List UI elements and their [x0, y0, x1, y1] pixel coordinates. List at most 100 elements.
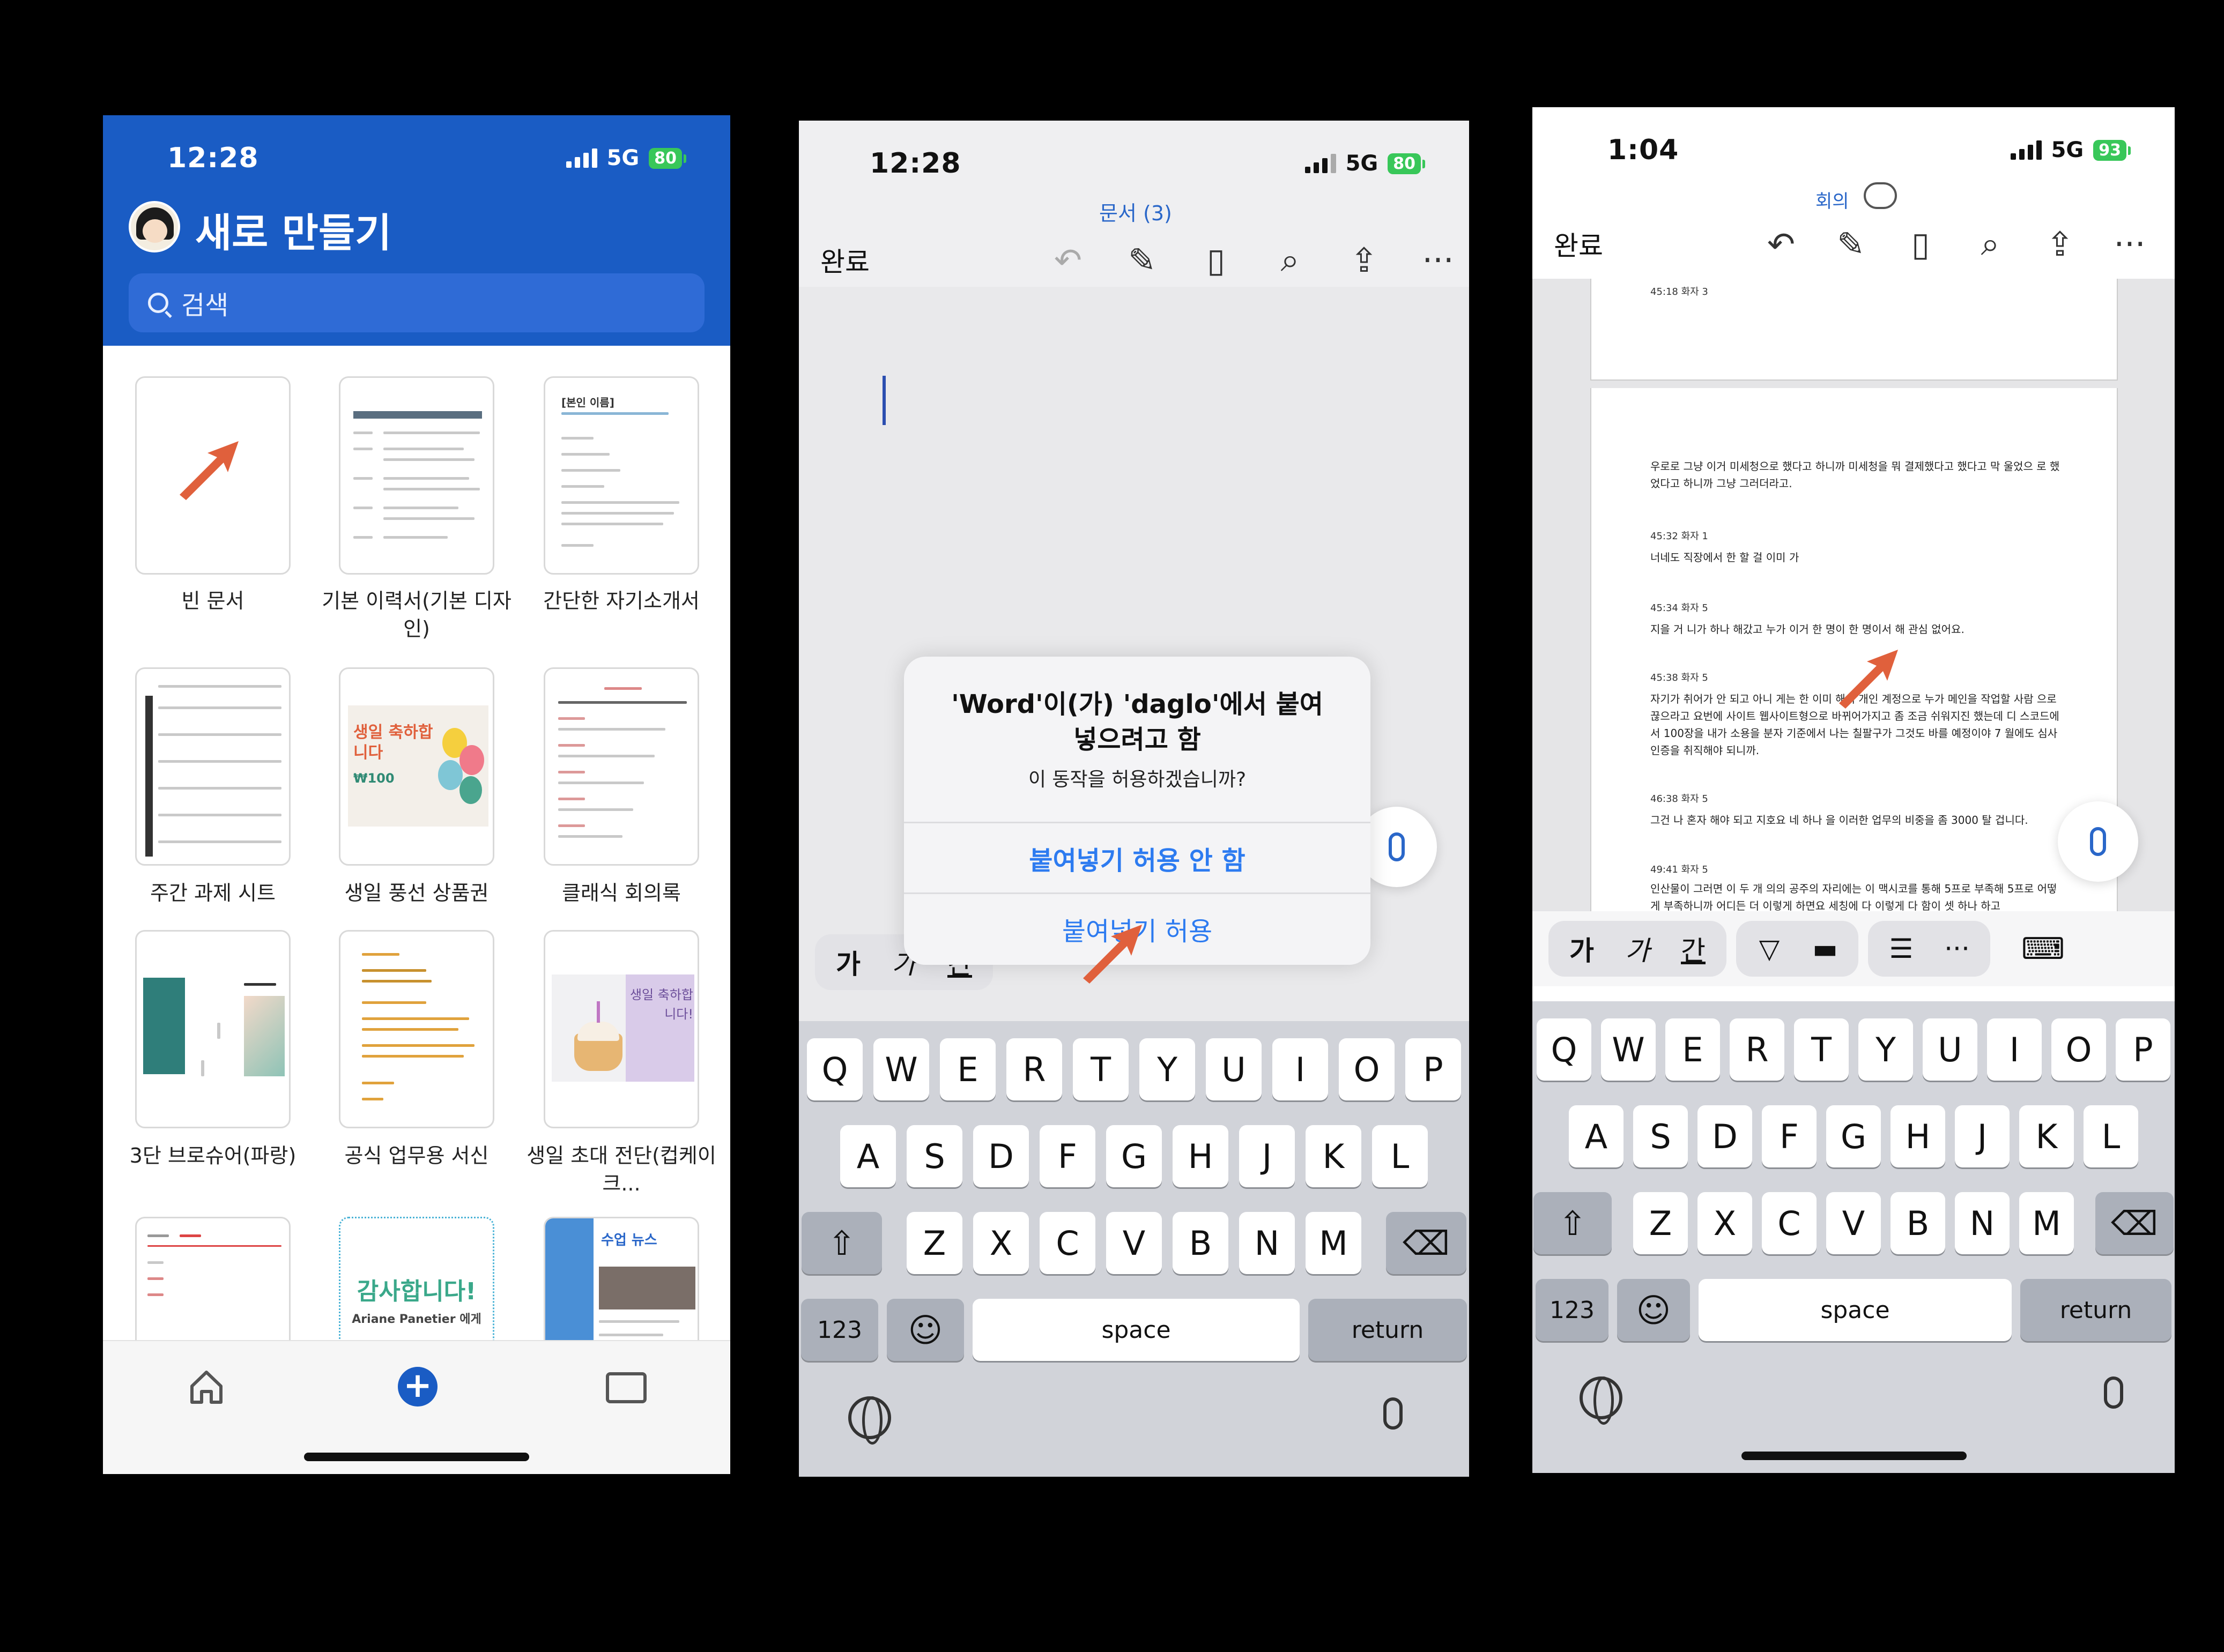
key-r[interactable]: R	[1730, 1018, 1784, 1081]
add-icon[interactable]: +	[398, 1367, 438, 1407]
template-birthday-balloon-voucher[interactable]: 생일 축하합니다 ₩100	[339, 667, 494, 866]
key-f[interactable]: F	[1040, 1125, 1095, 1187]
template-basic-resume[interactable]	[339, 376, 494, 575]
template-cover-letter[interactable]: [본인 이름]	[544, 376, 699, 575]
key-c[interactable]: C	[1040, 1212, 1095, 1274]
key-n[interactable]: N	[1239, 1212, 1295, 1274]
key-x[interactable]: X	[973, 1212, 1029, 1274]
key-f[interactable]: F	[1762, 1105, 1817, 1167]
key-j[interactable]: J	[1239, 1125, 1295, 1187]
underline-button[interactable]: 간	[1672, 929, 1715, 968]
avatar[interactable]	[129, 201, 180, 252]
key-t[interactable]: T	[1073, 1038, 1129, 1100]
status-time: 12:28	[167, 142, 259, 174]
highlighter-icon[interactable]: ▽	[1748, 933, 1791, 964]
space-key[interactable]: space	[973, 1299, 1300, 1361]
key-d[interactable]: D	[973, 1125, 1029, 1187]
key-g[interactable]: G	[1106, 1125, 1162, 1187]
return-key[interactable]: return	[1308, 1299, 1467, 1361]
key-d[interactable]: D	[1697, 1105, 1752, 1167]
key-u[interactable]: U	[1206, 1038, 1262, 1100]
key-r[interactable]: R	[1006, 1038, 1062, 1100]
shift-key[interactable]: ⇧	[802, 1212, 882, 1274]
microphone-icon[interactable]	[1383, 1397, 1403, 1430]
shift-key[interactable]: ⇧	[1533, 1192, 1612, 1254]
key-i[interactable]: I	[1272, 1038, 1328, 1100]
bold-button[interactable]: 가	[1560, 929, 1603, 968]
key-y[interactable]: Y	[1858, 1018, 1913, 1081]
key-e[interactable]: E	[940, 1038, 996, 1100]
bullet-list-icon[interactable]: ☰	[1880, 933, 1923, 964]
key-q[interactable]: Q	[807, 1038, 863, 1100]
key-m[interactable]: M	[1306, 1212, 1361, 1274]
template-trifold-brochure[interactable]	[135, 930, 291, 1128]
key-i[interactable]: I	[1987, 1018, 2042, 1081]
folder-icon[interactable]	[606, 1372, 647, 1403]
dictate-button[interactable]	[2058, 801, 2138, 882]
template-blank-document[interactable]	[135, 376, 291, 575]
home-icon[interactable]	[188, 1368, 225, 1405]
key-l[interactable]: L	[1372, 1125, 1428, 1187]
key-e[interactable]: E	[1665, 1018, 1720, 1081]
key-w[interactable]: W	[1601, 1018, 1656, 1081]
keyboard-dismiss-icon[interactable]: ⌨	[2021, 932, 2065, 966]
template-weekly-assignment[interactable]	[135, 667, 291, 866]
search-icon	[148, 293, 168, 313]
template-label: 생일 초대 전단(컵케이크...	[527, 1144, 716, 1195]
key-k[interactable]: K	[1306, 1125, 1361, 1187]
key-v[interactable]: V	[1826, 1192, 1881, 1254]
key-v[interactable]: V	[1106, 1212, 1162, 1274]
key-t[interactable]: T	[1794, 1018, 1849, 1081]
key-c[interactable]: C	[1762, 1192, 1817, 1254]
template-business-letter[interactable]	[339, 930, 494, 1128]
globe-icon[interactable]	[1580, 1376, 1622, 1425]
key-g[interactable]: G	[1826, 1105, 1881, 1167]
template-birthday-invitation[interactable]: 생일 축하합니다!	[544, 930, 699, 1128]
key-a[interactable]: A	[840, 1125, 896, 1187]
key-j[interactable]: J	[1955, 1105, 2010, 1167]
phone-paste-permission-screen: 12:28 5G 80 문서 (3) 완료 ↶ ✎ ▯ ⌕ ⇪ ··· 가 가 …	[799, 121, 1469, 1477]
header: 12:28 5G 80 새로 만들기 검색	[103, 115, 730, 346]
key-o[interactable]: O	[1339, 1038, 1395, 1100]
battery-badge: 80	[649, 147, 686, 169]
key-s[interactable]: S	[907, 1125, 962, 1187]
key-y[interactable]: Y	[1139, 1038, 1195, 1100]
key-l[interactable]: L	[2084, 1105, 2138, 1167]
microphone-icon[interactable]	[2104, 1376, 2123, 1409]
key-h[interactable]: H	[1173, 1125, 1228, 1187]
key-z[interactable]: Z	[1633, 1192, 1688, 1254]
numbers-key[interactable]: 123	[801, 1299, 878, 1361]
key-h[interactable]: H	[1891, 1105, 1945, 1167]
delete-key[interactable]: ⌫	[2095, 1192, 2174, 1254]
key-a[interactable]: A	[1569, 1105, 1623, 1167]
key-n[interactable]: N	[1955, 1192, 2010, 1254]
italic-button[interactable]: 가	[1616, 929, 1659, 968]
microphone-icon	[2090, 827, 2106, 856]
font-color-icon[interactable]: ▬	[1804, 933, 1847, 964]
globe-icon[interactable]	[848, 1396, 891, 1445]
key-s[interactable]: S	[1633, 1105, 1688, 1167]
key-x[interactable]: X	[1697, 1192, 1752, 1254]
delete-key[interactable]: ⌫	[1386, 1212, 1466, 1274]
key-z[interactable]: Z	[907, 1212, 962, 1274]
key-b[interactable]: B	[1891, 1192, 1945, 1254]
space-key[interactable]: space	[1699, 1279, 2012, 1341]
search-input[interactable]: 검색	[129, 273, 705, 332]
template-label: 3단 브로슈어(파랑)	[129, 1144, 296, 1167]
key-m[interactable]: M	[2019, 1192, 2074, 1254]
key-p[interactable]: P	[2116, 1018, 2170, 1081]
key-p[interactable]: P	[1405, 1038, 1461, 1100]
more-format-button[interactable]: ···	[1936, 933, 1978, 964]
key-q[interactable]: Q	[1537, 1018, 1591, 1081]
key-w[interactable]: W	[873, 1038, 929, 1100]
key-u[interactable]: U	[1923, 1018, 1977, 1081]
emoji-key[interactable]: ☺	[887, 1299, 964, 1361]
key-k[interactable]: K	[2019, 1105, 2074, 1167]
return-key[interactable]: return	[2020, 1279, 2171, 1341]
key-b[interactable]: B	[1173, 1212, 1228, 1274]
template-thumb-title: 생일 축하합니다!	[629, 987, 693, 1022]
emoji-key[interactable]: ☺	[1617, 1279, 1690, 1341]
key-o[interactable]: O	[2051, 1018, 2106, 1081]
numbers-key[interactable]: 123	[1536, 1279, 1608, 1341]
template-classic-minutes[interactable]	[544, 667, 699, 866]
